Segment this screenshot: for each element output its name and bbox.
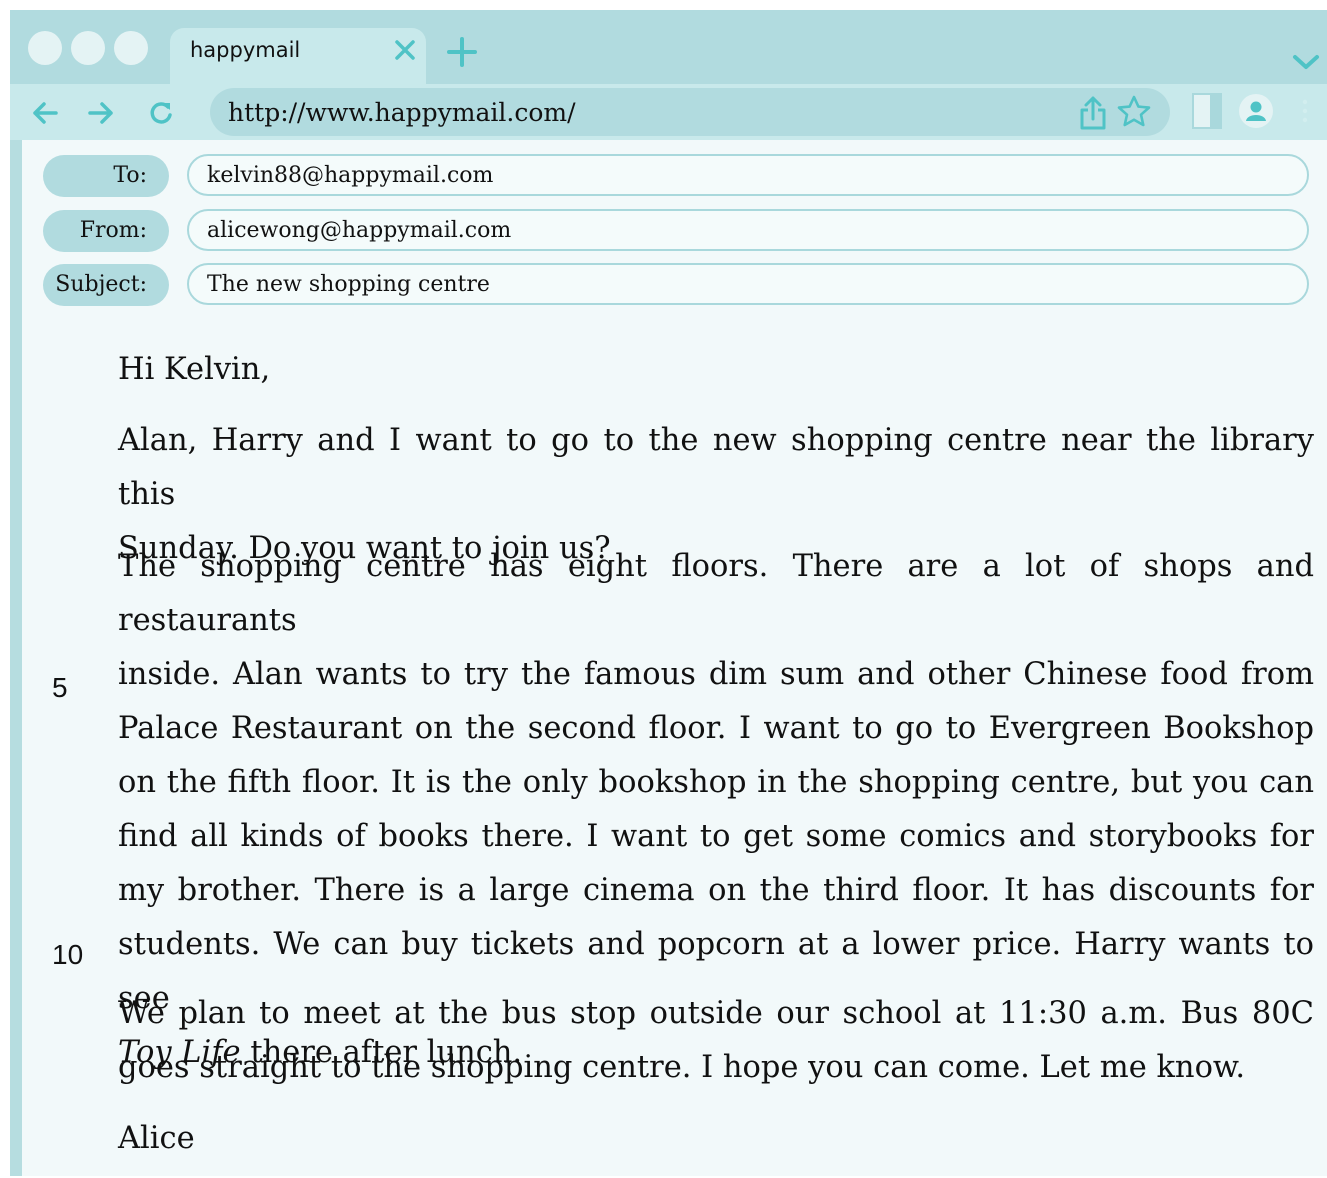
back-arrow-icon[interactable] bbox=[30, 98, 60, 128]
from-label: From: bbox=[43, 210, 169, 252]
paragraph-line: inside. Alan wants to try the famous dim… bbox=[118, 657, 1314, 692]
reload-icon[interactable] bbox=[146, 98, 176, 128]
subject-field[interactable]: The new shopping centre bbox=[187, 263, 1309, 305]
window-control-maximize[interactable] bbox=[114, 31, 148, 65]
url-text: http://www.happymail.com/ bbox=[228, 98, 576, 127]
tab-bar: happymail bbox=[10, 10, 1327, 84]
new-tab-icon[interactable] bbox=[446, 36, 478, 68]
toolbar: http://www.happymail.com/ bbox=[10, 84, 1327, 140]
tab-title: happymail bbox=[190, 38, 301, 62]
bookmark-star-icon[interactable] bbox=[1116, 94, 1152, 130]
browser-window: happymail http://www.happymail.com/ To: … bbox=[10, 10, 1327, 1176]
subject-label: Subject: bbox=[43, 264, 169, 306]
window-control-minimize[interactable] bbox=[71, 31, 105, 65]
forward-arrow-icon[interactable] bbox=[86, 98, 116, 128]
close-icon[interactable] bbox=[393, 38, 417, 62]
paragraph-line: my brother. There is a large cinema on t… bbox=[118, 873, 1314, 908]
email-signature: Alice bbox=[118, 1121, 195, 1156]
paragraph-line: We plan to meet at the bus stop outside … bbox=[118, 996, 1314, 1031]
profile-avatar-icon[interactable] bbox=[1239, 94, 1273, 128]
paragraph-line: Palace Restaurant on the second floor. I… bbox=[118, 711, 1314, 746]
paragraph-line: Alan, Harry and I want to go to the new … bbox=[118, 423, 1314, 512]
window-control-close[interactable] bbox=[28, 31, 62, 65]
paragraph-line: goes straight to the shopping centre. I … bbox=[118, 1050, 1246, 1085]
paragraph-line: on the fifth floor. It is the only books… bbox=[118, 765, 1314, 800]
paragraph-line: find all kinds of books there. I want to… bbox=[118, 819, 1314, 854]
sidebar-panel-icon[interactable] bbox=[1191, 92, 1223, 130]
chevron-down-icon[interactable] bbox=[1291, 52, 1321, 72]
line-number-10: 10 bbox=[52, 939, 84, 970]
email-view: To: kelvin88@happymail.com From: alicewo… bbox=[22, 140, 1327, 1176]
menu-dots-icon[interactable] bbox=[1300, 96, 1310, 126]
email-paragraph-3: We plan to meet at the bus stop outside … bbox=[118, 987, 1314, 1095]
email-greeting: Hi Kelvin, bbox=[118, 352, 271, 387]
to-label: To: bbox=[43, 155, 169, 197]
line-number-5: 5 bbox=[52, 672, 68, 703]
tab-happymail[interactable]: happymail bbox=[170, 28, 426, 84]
share-icon[interactable] bbox=[1078, 95, 1108, 131]
from-field[interactable]: alicewong@happymail.com bbox=[187, 209, 1309, 251]
paragraph-line: The shopping centre has eight floors. Th… bbox=[118, 549, 1314, 638]
to-field[interactable]: kelvin88@happymail.com bbox=[187, 154, 1309, 196]
address-bar[interactable]: http://www.happymail.com/ bbox=[210, 88, 1170, 136]
